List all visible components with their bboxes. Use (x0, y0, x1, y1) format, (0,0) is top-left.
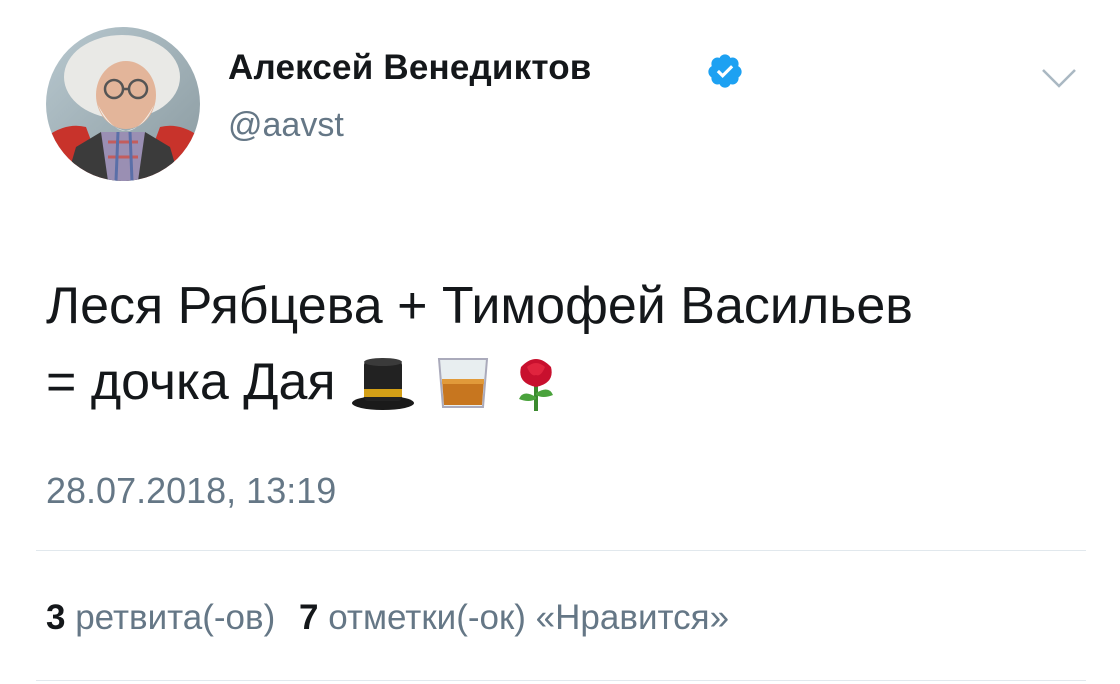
retweets-stat[interactable]: 3 ретвита(-ов) (46, 598, 285, 637)
divider (36, 680, 1086, 681)
likes-count: 7 (299, 598, 319, 637)
tumbler-glass-icon (437, 357, 489, 408)
chevron-down-icon[interactable] (1040, 66, 1078, 90)
likes-stat[interactable]: 7 отметки(-ок) «Нравится» (299, 598, 729, 637)
tweet-text-line-1: Леся Рябцева + Тимофей Васильев (46, 277, 913, 335)
verified-badge-icon (708, 54, 742, 88)
tweet-text: Леся Рябцева + Тимофей Васильев = дочка … (46, 268, 1086, 423)
tweet-text-line-2-text: = дочка Дая (46, 353, 336, 411)
rose-icon (518, 358, 553, 411)
retweets-count: 3 (46, 598, 66, 637)
top-hat-icon (351, 357, 414, 410)
emoji-row (350, 341, 565, 417)
tweet-timestamp[interactable]: 28.07.2018, 13:19 (46, 470, 336, 512)
author-handle[interactable]: @aavst (228, 106, 344, 145)
likes-label: отметки(-ок) «Нравится» (328, 598, 730, 637)
tweet-card: Алексей Венедиктов @aavst Леся Рябцева +… (0, 0, 1120, 684)
author-name[interactable]: Алексей Венедиктов (228, 48, 592, 88)
avatar[interactable] (46, 27, 200, 181)
retweets-label: ретвита(-ов) (75, 598, 276, 637)
tweet-stats: 3 ретвита(-ов) 7 отметки(-ок) «Нравится» (46, 598, 743, 638)
divider (36, 550, 1086, 551)
tweet-text-line-2: = дочка Дая (46, 344, 1086, 423)
